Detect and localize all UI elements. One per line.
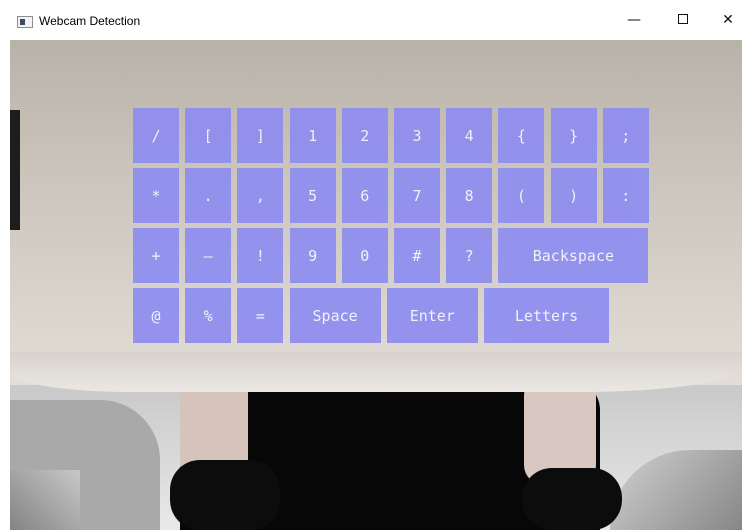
key-r2c0[interactable]: + (133, 228, 179, 283)
key-r0c5[interactable]: 3 (394, 108, 440, 163)
key-r1c0[interactable]: * (133, 168, 179, 223)
key-r1c2[interactable]: , (237, 168, 284, 223)
title-bar[interactable]: Webcam Detection — ✕ (0, 0, 742, 40)
key-r0c3[interactable]: 1 (289, 108, 336, 163)
key-r2c4[interactable]: 0 (341, 228, 388, 283)
key-r2c2[interactable]: ! (237, 228, 284, 283)
close-button[interactable]: ✕ (714, 6, 742, 34)
key-r2c1[interactable]: — (185, 228, 232, 283)
minimize-icon: — (627, 12, 641, 28)
key-r0c9[interactable]: ; (602, 108, 649, 163)
key-r0c2[interactable]: ] (237, 108, 284, 163)
app-window-icon (17, 16, 33, 28)
key-r1c3[interactable]: 5 (289, 168, 336, 223)
window-title: Webcam Detection (39, 14, 141, 28)
key-r0c7[interactable]: { (498, 108, 545, 163)
key-r1c8[interactable]: ) (550, 168, 597, 223)
key-r1c5[interactable]: 7 (394, 168, 440, 223)
key-r3c1[interactable]: % (185, 288, 232, 343)
key-backspace[interactable]: Backspace (498, 228, 649, 283)
key-r1c9[interactable]: : (602, 168, 649, 223)
key-r2c5[interactable]: # (394, 228, 440, 283)
webcam-feed: /[] 1 2 3 4{}; *., 5 6 7 8(): + —! 9 0 #? Backspace @% = S… (10, 40, 742, 530)
key-r0c0[interactable]: / (133, 108, 179, 163)
key-r1c6[interactable]: 8 (446, 168, 493, 223)
virtual-keyboard: /[] 1 2 3 4{}; *., 5 6 7 8(): + —! 9 0 #? Backspace @% = S… (10, 40, 742, 530)
key-r1c7[interactable]: ( (498, 168, 545, 223)
key-r0c6[interactable]: 4 (446, 108, 493, 163)
key-r0c8[interactable]: } (550, 108, 597, 163)
key-letters[interactable]: Letters (484, 288, 609, 343)
key-r1c4[interactable]: 6 (341, 168, 388, 223)
close-icon: ✕ (722, 12, 734, 28)
key-r0c1[interactable]: [ (185, 108, 232, 163)
webcam-window: Webcam Detection — ✕ /[] 1 2 3 4{}; *., 5 6 7 8()… (0, 0, 742, 530)
key-r1c1[interactable]: . (185, 168, 232, 223)
key-r3c2[interactable]: = (237, 288, 284, 343)
key-enter[interactable]: Enter (386, 288, 478, 343)
minimize-button[interactable]: — (620, 6, 648, 34)
key-r2c6[interactable]: ? (446, 228, 493, 283)
key-r2c3[interactable]: 9 (289, 228, 336, 283)
maximize-icon (678, 14, 688, 24)
key-r3c0[interactable]: @ (133, 288, 179, 343)
key-space[interactable]: Space (289, 288, 381, 343)
key-r0c4[interactable]: 2 (341, 108, 388, 163)
maximize-button[interactable] (669, 6, 697, 34)
